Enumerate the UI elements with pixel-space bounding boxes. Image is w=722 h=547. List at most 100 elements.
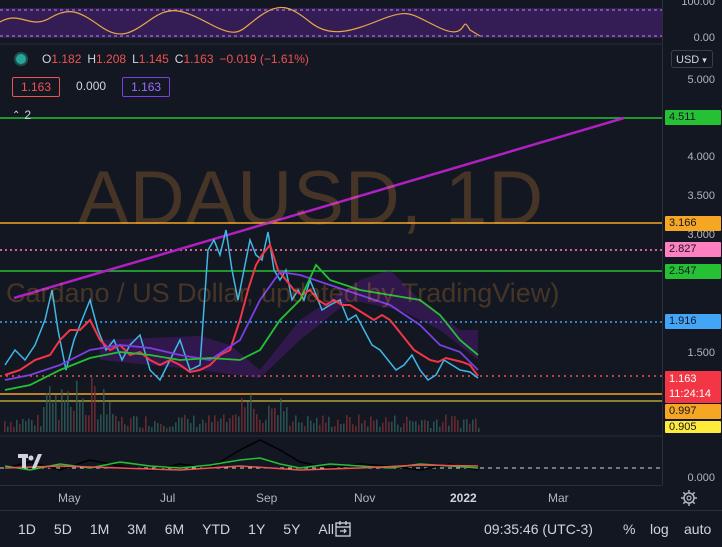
volume-bar	[262, 422, 264, 432]
volume-bar	[421, 420, 423, 432]
volume-bar	[394, 415, 396, 432]
volume-bar	[337, 419, 339, 432]
last-price-tag[interactable]: 1.163 11:24:14	[665, 371, 721, 403]
volume-bar	[139, 427, 141, 432]
range-3m[interactable]: 3M	[127, 521, 146, 537]
volume-bar	[430, 427, 432, 432]
volume-bar	[271, 408, 273, 432]
price-tag-3166[interactable]: 3.166	[665, 216, 721, 231]
indicator-collapse-toggle[interactable]: ⌃ 2	[12, 108, 31, 122]
volume-bar	[310, 420, 312, 432]
volume-bar	[235, 414, 237, 432]
volume-bar	[469, 423, 471, 432]
volume-bar	[217, 421, 219, 432]
volume-bar	[34, 425, 36, 432]
volume-bar	[448, 425, 450, 432]
volume-bar	[319, 424, 321, 432]
volume-bar	[40, 426, 42, 432]
price-tag-2547[interactable]: 2.547	[665, 264, 721, 279]
volume-bar	[43, 407, 45, 432]
change-value: −0.019 (−1.61%)	[219, 52, 309, 66]
price-tag-2827[interactable]: 2.827	[665, 242, 721, 257]
price-axis[interactable]: 100.00 0.00 USD ▾ 5.000 4.000 3.500 3.000…	[662, 0, 722, 485]
volume-bar	[427, 421, 429, 432]
auto-toggle[interactable]: auto	[684, 521, 711, 537]
volume-bar	[238, 416, 240, 432]
price-tag-0905[interactable]: 0.905	[665, 421, 721, 433]
volume-bar	[298, 422, 300, 432]
volume-bar	[289, 425, 291, 432]
volume-bar	[112, 414, 114, 432]
range-ytd[interactable]: YTD	[202, 521, 230, 537]
bottom-toolbar: 1D 5D 1M 3M 6M YTD 1Y 5Y All 09:35:46 (U…	[0, 510, 722, 547]
volume-bar	[28, 418, 30, 432]
range-5y[interactable]: 5Y	[283, 521, 300, 537]
volume-bar	[307, 416, 309, 432]
range-1d[interactable]: 1D	[18, 521, 36, 537]
volume-bar	[106, 414, 108, 432]
percent-toggle[interactable]: %	[623, 521, 635, 537]
volume-bar	[409, 420, 411, 432]
date-range-button[interactable]	[334, 520, 352, 543]
description-watermark: Cardano / US Dollar, updated by TradingV…	[6, 278, 560, 308]
chart-area[interactable]: ADAUSD, 1D Cardano / US Dollar, updated …	[0, 0, 662, 485]
volume-bar	[355, 426, 357, 432]
volume-bar	[37, 414, 39, 432]
tradingview-logo[interactable]	[18, 452, 42, 472]
volume-bar	[295, 415, 297, 432]
low-value: 1.145	[138, 52, 169, 66]
range-all[interactable]: All	[318, 521, 334, 537]
log-toggle[interactable]: log	[650, 521, 669, 537]
market-status-icon[interactable]	[14, 52, 28, 66]
high-value: 1.208	[96, 52, 127, 66]
volume-bar	[445, 414, 447, 432]
timezone-clock[interactable]: 09:35:46 (UTC-3)	[484, 521, 593, 537]
volume-bar	[196, 427, 198, 432]
volume-bar	[331, 426, 333, 432]
volume-bar	[229, 418, 231, 432]
range-5d[interactable]: 5D	[54, 521, 72, 537]
volume-bar	[181, 417, 183, 432]
volume-bar	[46, 393, 48, 432]
volume-bar	[178, 417, 180, 432]
chevron-down-icon: ▾	[702, 55, 707, 65]
indicator-value-3[interactable]: 1.163	[122, 77, 171, 97]
indicator-value-1[interactable]: 1.163	[12, 77, 61, 97]
price-chart[interactable]	[0, 0, 662, 485]
volume-bar	[136, 416, 138, 432]
hidden-indicator-count: 2	[24, 108, 32, 122]
volume-bar	[247, 401, 249, 432]
settings-gear-button[interactable]	[680, 489, 698, 507]
volume-bar	[292, 421, 294, 432]
volume-bar	[382, 422, 384, 432]
volume-bar	[460, 427, 462, 432]
volume-bar	[205, 422, 207, 432]
range-6m[interactable]: 6M	[165, 521, 184, 537]
price-tag-0997[interactable]: 0.997	[665, 404, 721, 419]
date-axis[interactable]: May Jul Sep Nov 2022 Mar	[0, 485, 662, 510]
volume-bar	[82, 398, 84, 432]
volume-bar	[184, 414, 186, 432]
open-value: 1.182	[51, 52, 82, 66]
price-tag-1916[interactable]: 1.916	[665, 314, 721, 329]
volume-bar	[376, 419, 378, 432]
indicator-value-2[interactable]: 0.000	[68, 77, 114, 95]
volume-bar	[202, 419, 204, 432]
volume-bar	[124, 424, 126, 432]
volume-bar	[4, 421, 6, 432]
volume-bar	[79, 402, 81, 432]
range-1m[interactable]: 1M	[90, 521, 109, 537]
volume-bar	[244, 407, 246, 432]
price-tag-4511[interactable]: 4.511	[665, 110, 721, 125]
symbol-watermark: ADAUSD, 1D	[78, 156, 545, 241]
volume-bar	[478, 427, 480, 432]
price-tick-1500: 1.500	[687, 347, 715, 359]
volume-bar	[142, 427, 144, 432]
range-1y[interactable]: 1Y	[248, 521, 265, 537]
volume-bar	[157, 423, 159, 432]
rsi-band	[0, 8, 662, 38]
volume-bar	[301, 422, 303, 432]
currency-select[interactable]: USD ▾	[671, 50, 713, 68]
indicator-values-row: 1.163 0.000 1.163	[12, 77, 171, 97]
volume-bar	[151, 427, 153, 432]
